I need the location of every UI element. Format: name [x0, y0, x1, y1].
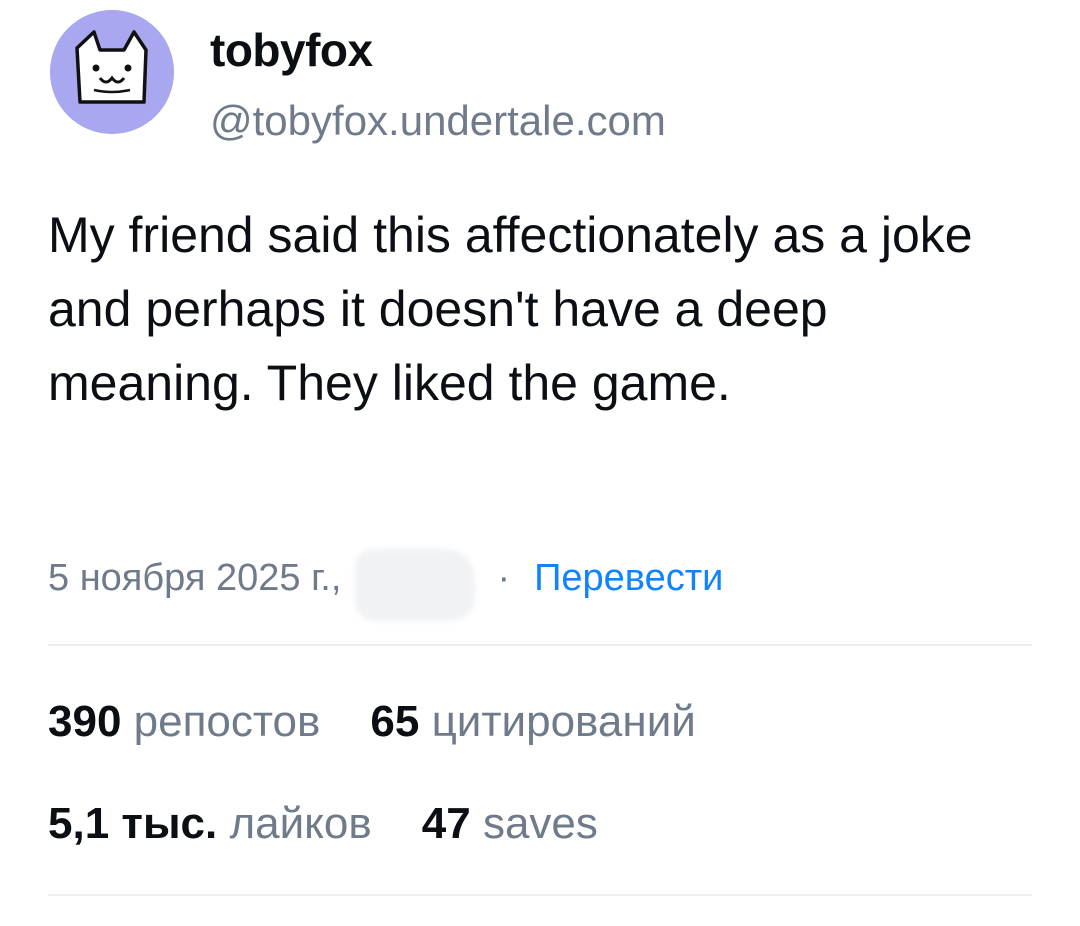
- reposts-stat[interactable]: 390 репостов: [48, 694, 320, 750]
- author-handle[interactable]: @tobyfox.undertale.com: [210, 96, 666, 146]
- cat-face-icon: [50, 10, 174, 134]
- saves-count: 47: [421, 799, 471, 848]
- divider: [48, 644, 1032, 646]
- redacted-time: [355, 549, 476, 621]
- author-display-name[interactable]: tobyfox: [210, 24, 373, 76]
- avatar[interactable]: [50, 10, 174, 134]
- post-card: tobyfox @tobyfox.undertale.com My friend…: [0, 0, 1080, 926]
- stats-row-likes: 5,1 тыс. лайков 47 saves: [48, 796, 648, 852]
- post-text: My friend said this affectionately as a …: [48, 207, 973, 411]
- meta-separator: ·: [497, 557, 511, 599]
- likes-label: лайков: [229, 799, 372, 848]
- saves-stat[interactable]: 47 saves: [422, 796, 598, 852]
- stats-row-engagement: 390 репостов 65 цитирований: [48, 694, 746, 750]
- translate-link[interactable]: Перевести: [534, 550, 723, 606]
- post-date[interactable]: 5 ноября 2025 г.,: [48, 550, 341, 606]
- post-meta: 5 ноября 2025 г., · Перевести: [48, 549, 723, 621]
- saves-label: saves: [482, 799, 598, 848]
- reposts-label: репостов: [133, 697, 321, 746]
- divider: [48, 894, 1032, 896]
- quotes-count: 65: [370, 697, 420, 746]
- likes-count: 5,1 тыс.: [48, 799, 218, 848]
- quotes-stat[interactable]: 65 цитирований: [370, 694, 695, 750]
- likes-stat[interactable]: 5,1 тыс. лайков: [48, 796, 372, 852]
- quotes-label: цитирований: [431, 697, 696, 746]
- reposts-count: 390: [48, 697, 122, 746]
